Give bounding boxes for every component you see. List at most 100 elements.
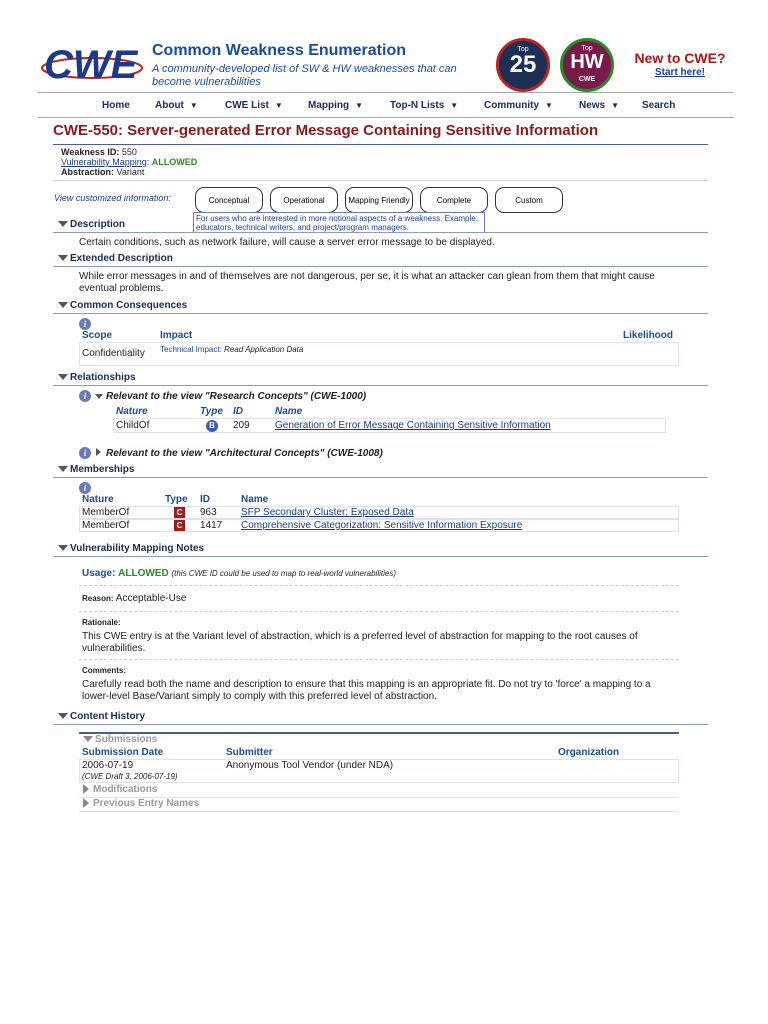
- col-impact: Impact: [160, 330, 193, 341]
- category-type-icon: C: [174, 507, 185, 518]
- mapping-notes-heading-label: Vulnerability Mapping Notes: [70, 543, 205, 554]
- col-submitter: Submitter: [226, 747, 273, 758]
- col-id: ID: [200, 494, 210, 505]
- weakness-id-row: Weakness ID: 550: [61, 147, 197, 157]
- chevron-down-icon: ▼: [545, 101, 553, 110]
- view2-label: Relevant to the view "Architectural Conc…: [106, 448, 383, 459]
- info-icon[interactable]: i: [79, 318, 91, 330]
- view-mapping-friendly-button[interactable]: Mapping Friendly: [345, 187, 413, 213]
- comments-text: Carefully read both the name and descrip…: [82, 679, 651, 702]
- main-nav: Home About ▼ CWE List ▼ Mapping ▼ Top-N Lis…: [38, 92, 734, 118]
- membership-id: 1417: [200, 520, 223, 531]
- nav-cwe-list[interactable]: CWE List ▼: [225, 100, 283, 111]
- weakness-id: 550: [121, 147, 137, 157]
- divider: [53, 144, 708, 145]
- membership-nature: MemberOf: [82, 520, 130, 531]
- comments-label: Comments:: [82, 666, 127, 675]
- col-nature: Nature: [116, 406, 148, 417]
- usage-row: Usage: ALLOWED (this CWE ID could be use…: [82, 568, 396, 579]
- col-organization: Organization: [558, 747, 620, 758]
- info-icon[interactable]: i: [79, 447, 91, 459]
- membership-name-link[interactable]: SFP Secondary Cluster: Exposed Data: [241, 507, 414, 518]
- nav-topn[interactable]: Top-N Lists ▼: [390, 100, 458, 111]
- membership-name-link[interactable]: Comprehensive Categorization: Sensitive …: [241, 520, 522, 531]
- submissions-toggle[interactable]: Submissions: [83, 734, 157, 745]
- info-icon[interactable]: i: [79, 482, 91, 494]
- nav-search-label: Search: [642, 100, 676, 111]
- chevron-down-icon: ▼: [274, 101, 283, 110]
- impact-label: Technical Impact:: [160, 345, 222, 354]
- view1-label: Relevant to the view "Research Concepts"…: [106, 391, 367, 402]
- new-to-cwe-title: New to CWE?: [634, 50, 726, 66]
- view-conceptual-button[interactable]: Conceptual: [195, 187, 263, 213]
- tophw-badge[interactable]: Top HW CWE: [560, 38, 614, 92]
- nav-about-label: About: [155, 100, 184, 111]
- site-title[interactable]: Common Weakness Enumeration: [152, 42, 406, 60]
- nav-search[interactable]: Search: [642, 100, 675, 111]
- chevron-down-icon: ▼: [355, 101, 364, 110]
- chevron-down-icon: ▼: [450, 101, 459, 110]
- mapping-notes-heading[interactable]: Vulnerability Mapping Notes: [53, 543, 708, 557]
- collapse-icon: [58, 466, 68, 472]
- membership-nature: MemberOf: [82, 507, 130, 518]
- view-architectural-concepts[interactable]: Relevant to the view "Architectural Conc…: [96, 448, 383, 459]
- expand-icon: [83, 784, 89, 795]
- relationships-heading[interactable]: Relationships: [53, 372, 708, 386]
- usage-label: Usage:: [82, 568, 116, 579]
- previous-names-label: Previous Entry Names: [93, 798, 200, 809]
- description-heading-label: Description: [70, 219, 126, 230]
- expand-icon: [83, 798, 89, 809]
- nav-news[interactable]: News ▼: [579, 100, 619, 111]
- tophw-sub: CWE: [578, 76, 596, 83]
- nav-about[interactable]: About ▼: [155, 100, 198, 111]
- modifications-toggle[interactable]: Modifications: [83, 784, 157, 795]
- nav-home-label: Home: [102, 100, 130, 111]
- top25-badge[interactable]: Top 25: [496, 38, 550, 92]
- content-history-heading[interactable]: Content History: [53, 711, 708, 725]
- consequences-heading-label: Common Consequences: [70, 300, 188, 311]
- cwe-logo[interactable]: CWE: [40, 42, 144, 86]
- weakness-id-label: Weakness ID:: [61, 147, 120, 157]
- rationale-text: This CWE entry is at the Variant level o…: [82, 631, 638, 654]
- category-type-icon: C: [174, 520, 185, 531]
- history-heading-label: Content History: [70, 711, 145, 722]
- memberships-heading-label: Memberships: [70, 464, 135, 475]
- vuln-mapping-row: Vulnerability Mapping: ALLOWED: [61, 157, 198, 167]
- col-nature: Nature: [82, 494, 114, 505]
- view-operational-button[interactable]: Operational: [270, 187, 338, 213]
- nav-community[interactable]: Community ▼: [484, 100, 553, 111]
- col-type: Type: [200, 406, 223, 417]
- base-type-label: B: [206, 420, 218, 432]
- divider: [79, 732, 679, 734]
- nav-mapping[interactable]: Mapping ▼: [308, 100, 363, 111]
- description-heading[interactable]: Description: [53, 219, 708, 233]
- view-custom-button[interactable]: Custom: [495, 187, 563, 213]
- extended-description-heading[interactable]: Extended Description: [53, 253, 708, 267]
- view-complete-button[interactable]: Complete: [420, 187, 488, 213]
- nav-community-label: Community: [484, 100, 539, 111]
- chevron-down-icon: ▼: [189, 101, 198, 110]
- col-scope: Scope: [82, 330, 113, 341]
- reason-row: Reason: Acceptable-Use: [82, 593, 186, 604]
- usage-value: ALLOWED: [118, 568, 169, 579]
- view-research-concepts[interactable]: Relevant to the view "Research Concepts"…: [95, 391, 366, 402]
- consequences-heading[interactable]: Common Consequences: [53, 300, 708, 314]
- membership-id: 963: [200, 507, 217, 518]
- nav-cwe-list-label: CWE List: [225, 100, 269, 111]
- reason-value: Acceptable-Use: [115, 593, 187, 604]
- memberships-heading[interactable]: Memberships: [53, 464, 708, 478]
- start-here-link[interactable]: Start here!: [655, 67, 705, 78]
- reason-label: Reason:: [82, 594, 114, 603]
- extended-description-text: While error messages in and of themselve…: [79, 271, 655, 294]
- col-id: ID: [233, 406, 243, 417]
- info-icon[interactable]: i: [79, 390, 91, 402]
- divider: [79, 659, 679, 660]
- page-title: CWE-550: Server-generated Error Message …: [53, 122, 599, 139]
- nav-home[interactable]: Home: [102, 100, 130, 111]
- relationship-name-link[interactable]: Generation of Error Message Containing S…: [275, 420, 551, 431]
- vuln-mapping-link[interactable]: Vulnerability Mapping: [61, 157, 147, 167]
- site-tagline: A community-developed list of SW & HW we…: [152, 63, 457, 88]
- previous-names-toggle[interactable]: Previous Entry Names: [83, 798, 199, 809]
- view-label: View customized information:: [54, 193, 171, 203]
- weakness-meta: Weakness ID: 550 Vulnerability Mapping: …: [61, 147, 197, 177]
